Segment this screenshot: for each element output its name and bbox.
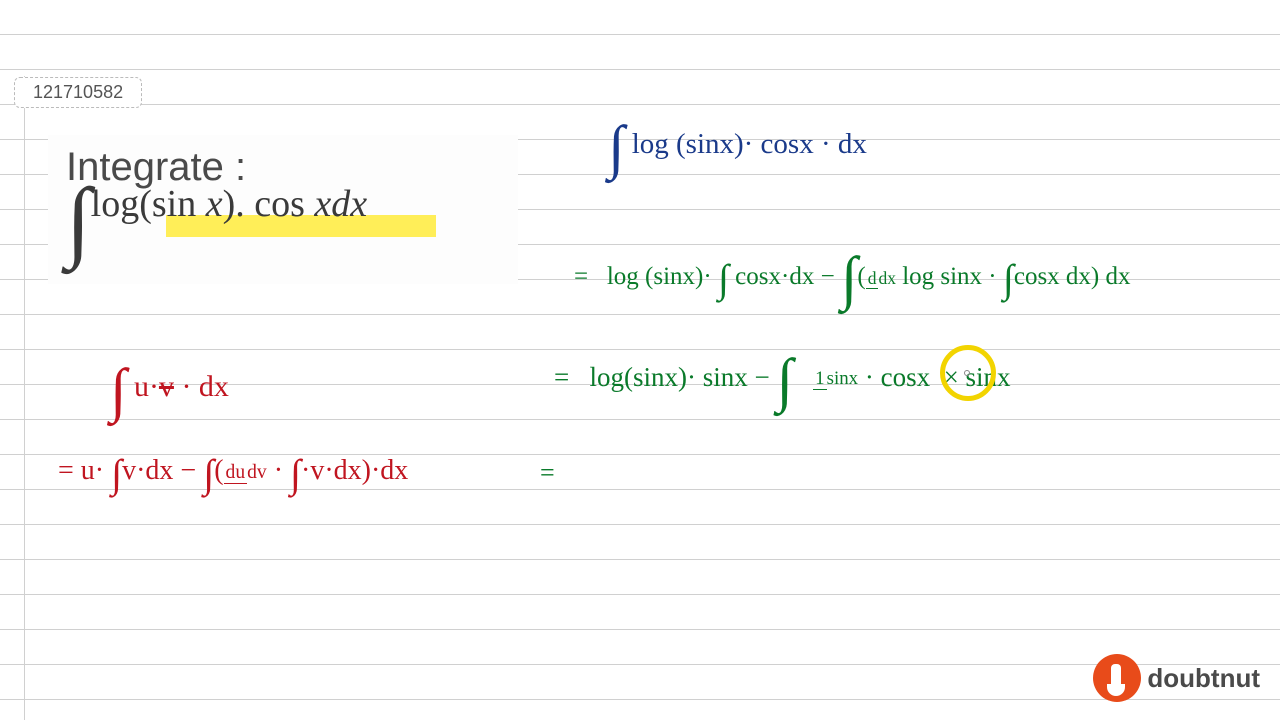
handwriting-green-line1: = log (sinx)· ∫ cosx·dx − ∫(ddx log sinx… (574, 255, 1131, 302)
problem-statement: Integrate : ∫log(sin x). cos xdx (48, 135, 518, 284)
cursor-indicator (964, 370, 970, 376)
handwriting-blue-line1: ∫ log (sinx)· cosx · dx (608, 128, 867, 161)
logo-icon (1093, 654, 1141, 702)
brand-logo: doubtnut (1093, 654, 1260, 702)
handwriting-green-line3: = (540, 458, 555, 488)
handwriting-red-line2: = u· ∫v·dx − ∫(dudv · ∫·v·dx)·dx (58, 450, 408, 497)
handwriting-red-line1: ∫ u·v · dx (110, 370, 229, 404)
margin-line (24, 76, 25, 720)
problem-formula: ∫log(sin x). cos xdx (66, 200, 500, 254)
logo-text: doubtnut (1147, 663, 1260, 694)
ruled-background (0, 0, 1280, 720)
question-id: 121710582 (14, 77, 142, 108)
